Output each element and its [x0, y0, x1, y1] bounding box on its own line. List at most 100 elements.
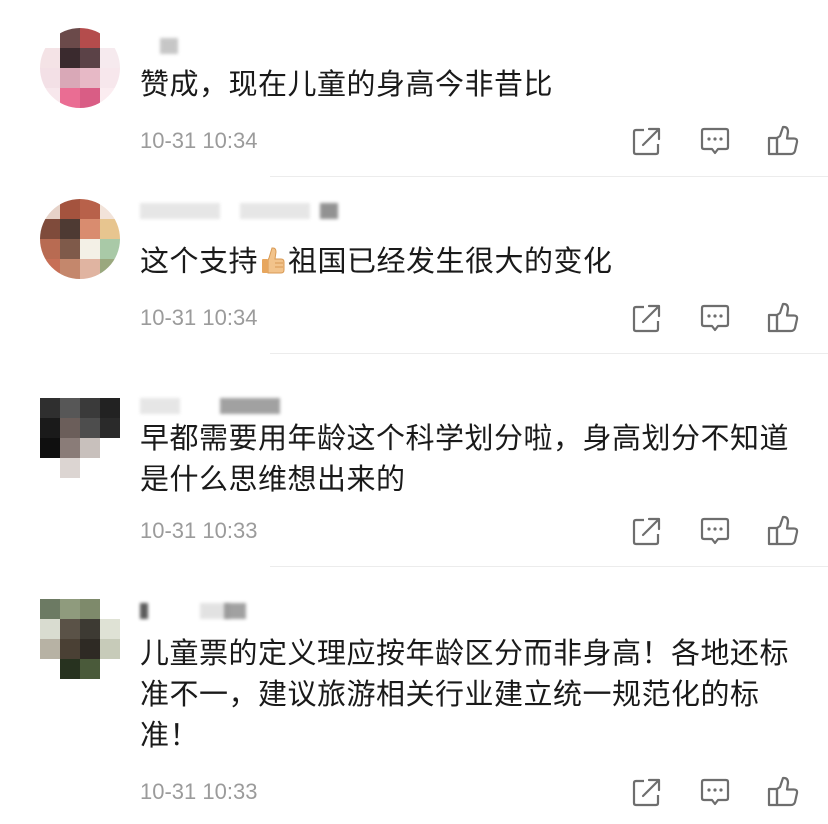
comment-icon [700, 127, 730, 155]
reply-button[interactable] [698, 514, 732, 548]
avatar-pixel [80, 199, 100, 219]
avatar-pixel [60, 438, 80, 458]
thumbs-up-icon [767, 125, 799, 156]
avatar-pixel [60, 619, 80, 639]
avatar-pixel [60, 259, 80, 279]
share-button[interactable] [630, 775, 664, 809]
comment-item: 这个支持 祖国已经发生很大的变化 10-31 10:34 [0, 177, 828, 353]
avatar-pixel [100, 599, 120, 619]
avatar-pixel [80, 639, 100, 659]
comment-actions [630, 775, 800, 809]
avatar-pixel [100, 239, 120, 259]
avatar[interactable] [40, 599, 120, 679]
avatar-pixel [60, 219, 80, 239]
avatar-pixel [100, 48, 120, 68]
comment-item: 早都需要用年龄这个科学划分啦，身高划分不知道是什么思维想出来的 10-31 10… [0, 354, 828, 566]
comment-icon [700, 304, 730, 332]
like-button[interactable] [766, 124, 800, 158]
avatar-pixel [80, 458, 100, 478]
avatar-pixel [60, 639, 80, 659]
avatar-pixel [40, 48, 60, 68]
avatar[interactable] [40, 398, 120, 478]
comment-text: 这个支持 祖国已经发生很大的变化 [140, 244, 613, 278]
avatar-pixel [100, 639, 120, 659]
share-button[interactable] [630, 301, 664, 335]
avatar-pixel [60, 659, 80, 679]
comment-text: 早都需要用年龄这个科学划分啦，身高划分不知道是什么思维想出来的 [140, 421, 790, 496]
avatar-pixel [80, 88, 100, 108]
avatar-pixel [80, 398, 100, 418]
avatar-pixel [80, 239, 100, 259]
avatar-pixel [60, 239, 80, 259]
avatar-pixel [100, 219, 120, 239]
share-icon [632, 304, 661, 333]
reply-button[interactable] [698, 124, 732, 158]
avatar[interactable] [40, 28, 120, 108]
avatar-pixel [40, 88, 60, 108]
share-button[interactable] [630, 124, 664, 158]
avatar-pixel [100, 88, 120, 108]
username-redacted [140, 203, 350, 219]
avatar-pixel [100, 619, 120, 639]
avatar-pixel [40, 458, 60, 478]
like-button[interactable] [766, 775, 800, 809]
thumbs-up-icon [767, 776, 799, 807]
avatar-pixel [60, 418, 80, 438]
comment-text: 儿童票的定义理应按年龄区分而非身高！各地还标准不一，建议旅游相关行业建立统一规范… [140, 636, 790, 752]
avatar-pixel [100, 68, 120, 88]
avatar-pixel [80, 68, 100, 88]
avatar-pixel [60, 28, 80, 48]
thumbs-up-icon [767, 515, 799, 546]
avatar-pixel [40, 199, 60, 219]
comment-time: 10-31 10:33 [140, 779, 258, 804]
username-redacted [140, 398, 280, 414]
avatar[interactable] [40, 199, 120, 279]
comment-item: 赞成，现在儿童的身高今非昔比 10-31 10:34 [0, 0, 828, 176]
avatar-pixel [40, 619, 60, 639]
avatar-pixel [100, 659, 120, 679]
comment-actions [630, 124, 800, 158]
avatar-pixel [40, 659, 60, 679]
avatar-pixel [80, 259, 100, 279]
avatar-pixel [60, 68, 80, 88]
share-icon [632, 778, 661, 807]
avatar-pixel [100, 438, 120, 458]
avatar-pixel [100, 418, 120, 438]
avatar-pixel [100, 458, 120, 478]
avatar-pixel [80, 48, 100, 68]
avatar-pixel [40, 219, 60, 239]
avatar-pixel [60, 599, 80, 619]
avatar-pixel [60, 88, 80, 108]
avatar-pixel [40, 68, 60, 88]
avatar-pixel [40, 438, 60, 458]
comment-time: 10-31 10:34 [140, 305, 258, 330]
avatar-pixel [40, 398, 60, 418]
avatar-pixel [40, 418, 60, 438]
thumbs-up-icon [767, 302, 799, 333]
comment-time: 10-31 10:33 [140, 518, 258, 543]
comment-text: 赞成，现在儿童的身高今非昔比 [140, 67, 554, 101]
avatar-pixel [60, 199, 80, 219]
avatar-pixel [60, 458, 80, 478]
avatar-pixel [100, 199, 120, 219]
avatar-pixel [40, 599, 60, 619]
avatar-pixel [80, 219, 100, 239]
username-redacted [140, 603, 250, 619]
avatar-pixel [60, 398, 80, 418]
avatar-pixel [80, 28, 100, 48]
avatar-pixel [80, 418, 100, 438]
avatar-pixel [40, 239, 60, 259]
like-button[interactable] [766, 301, 800, 335]
reply-button[interactable] [698, 775, 732, 809]
reply-button[interactable] [698, 301, 732, 335]
comment-item: 儿童票的定义理应按年龄区分而非身高！各地还标准不一，建议旅游相关行业建立统一规范… [0, 567, 828, 824]
comment-icon [700, 778, 730, 806]
avatar-pixel [100, 259, 120, 279]
share-button[interactable] [630, 514, 664, 548]
avatar-pixel [60, 48, 80, 68]
like-button[interactable] [766, 514, 800, 548]
avatar-pixel [40, 639, 60, 659]
comment-actions [630, 514, 800, 548]
avatar-pixel [40, 259, 60, 279]
avatar-pixel [80, 659, 100, 679]
